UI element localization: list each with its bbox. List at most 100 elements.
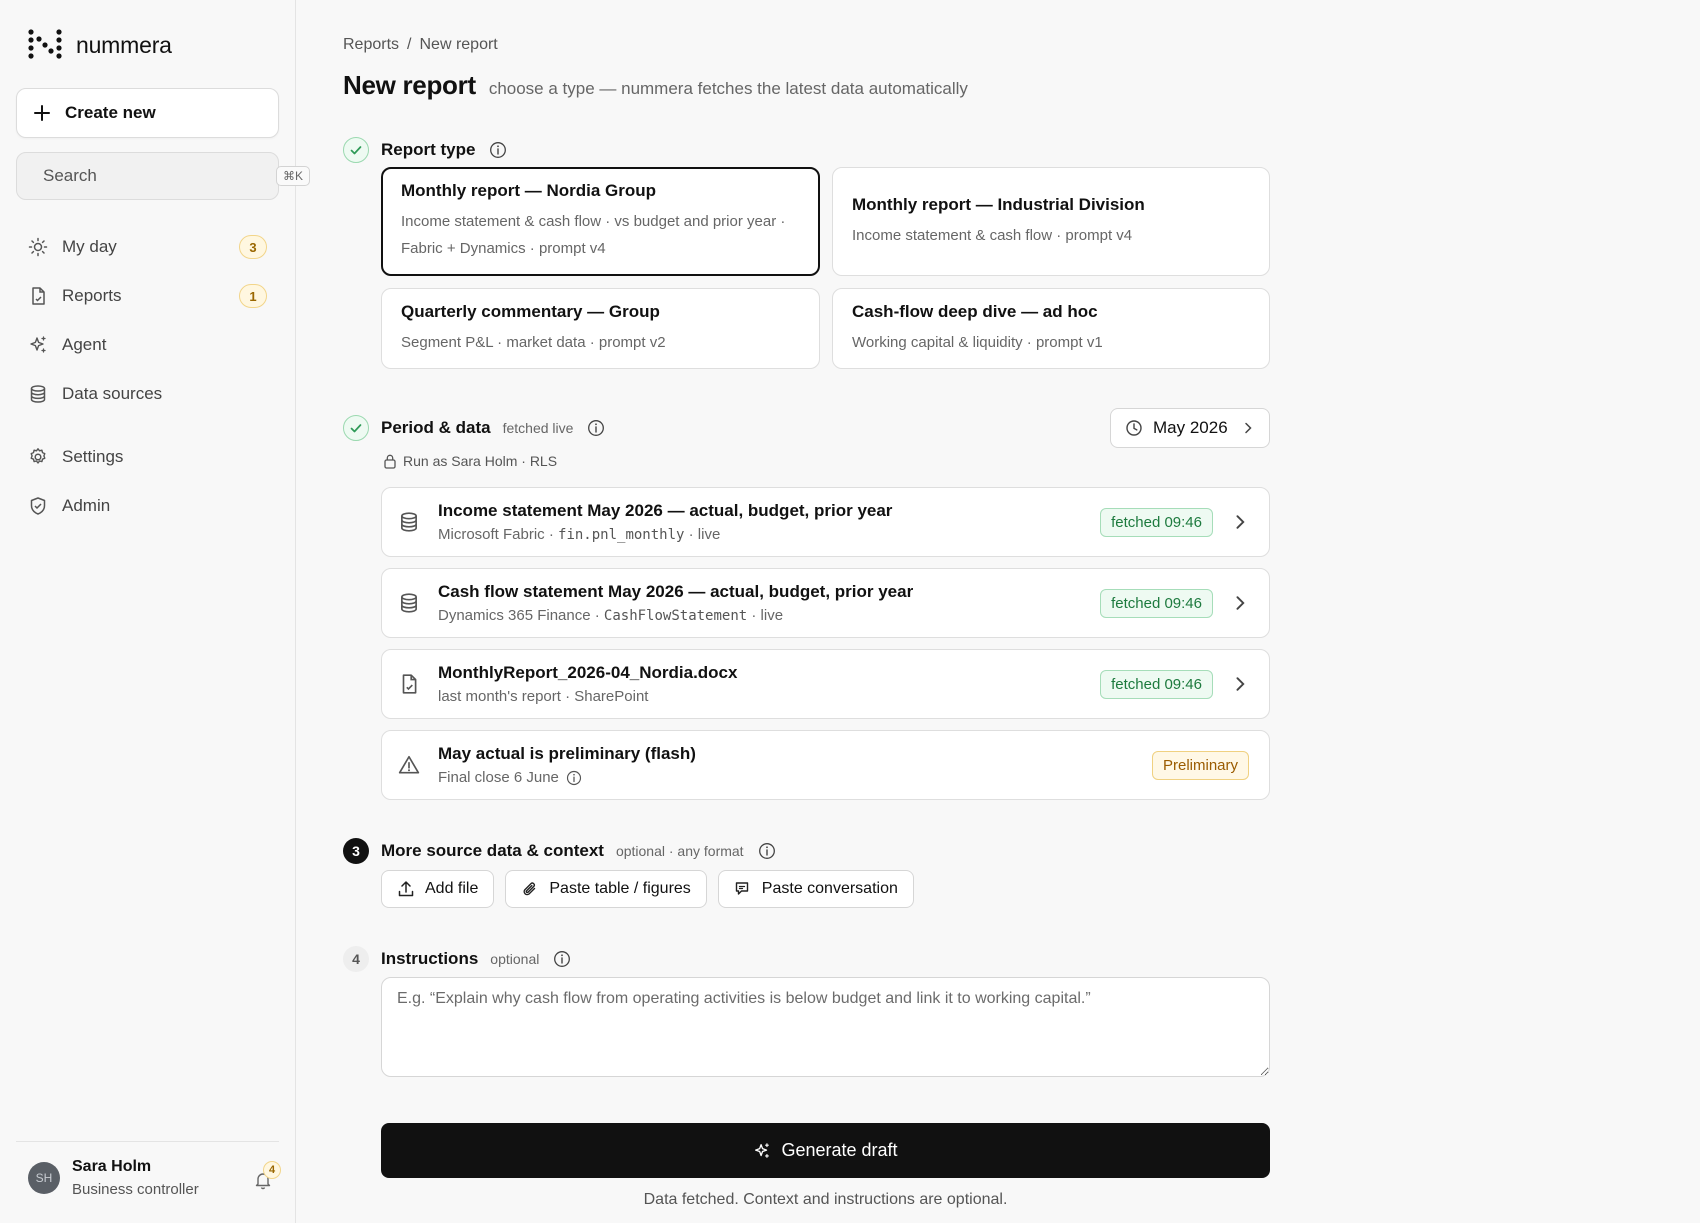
secondary-nav: Settings Admin — [16, 435, 279, 533]
search-box[interactable]: ⌘K — [16, 152, 311, 200]
instructions-textarea[interactable] — [381, 977, 1270, 1077]
chevron-right-icon — [1245, 422, 1252, 434]
source-text: MonthlyReport_2026-04_Nordia.docx last m… — [438, 663, 1100, 705]
source-table-code: CashFlowStatement — [603, 608, 748, 624]
fetched-status-badge: fetched 09:46 — [1100, 669, 1213, 699]
step-complete-check-icon — [343, 137, 369, 163]
info-icon[interactable] — [566, 770, 582, 786]
step-number: 4 — [343, 946, 369, 972]
source-row-last-month-report[interactable]: MonthlyReport_2026-04_Nordia.docx last m… — [381, 649, 1270, 719]
section-note: optional · any format — [615, 843, 744, 859]
warning-triangle-icon — [398, 755, 420, 774]
source-mode: · live — [684, 526, 721, 543]
report-type-card-industrial-division[interactable]: Monthly report — Industrial Division Inc… — [832, 167, 1270, 276]
breadcrumb: Reports / New report — [343, 36, 498, 54]
sidebar-item-admin[interactable]: Admin — [16, 484, 279, 528]
run-as-info: Run as Sara Holm · RLS — [383, 453, 557, 469]
avatar: SH — [28, 1162, 60, 1194]
notification-count-badge: 4 — [263, 1161, 281, 1179]
preliminary-badge: Preliminary — [1151, 750, 1249, 780]
card-description: Income statement & cash flow · vs budget… — [401, 213, 786, 257]
notifications-button[interactable]: 4 — [251, 1161, 281, 1192]
search-input[interactable] — [43, 166, 264, 186]
sidebar-item-label: Reports — [62, 286, 122, 305]
sidebar-item-data-sources[interactable]: Data sources — [16, 372, 279, 416]
info-icon[interactable] — [489, 141, 507, 159]
step-complete-check-icon — [343, 415, 369, 441]
step-number: 3 — [343, 838, 369, 864]
user-role: Business controller — [72, 1181, 199, 1198]
page-subtitle: choose a type — nummera fetches the late… — [488, 79, 968, 98]
card-title: Cash-flow deep dive — ad hoc — [852, 301, 1098, 321]
warning-text: May actual is preliminary (flash) Final … — [438, 744, 1152, 786]
sun-icon — [28, 237, 48, 257]
clock-icon — [1126, 420, 1142, 436]
fetched-status-badge: fetched 09:46 — [1100, 588, 1213, 618]
generate-draft-button[interactable]: Generate draft — [381, 1123, 1270, 1178]
add-file-button[interactable]: Add file — [381, 870, 495, 908]
chevron-right-icon — [1236, 596, 1245, 610]
logo[interactable]: nummera — [28, 28, 172, 62]
source-text: Cash flow statement May 2026 — actual, b… — [438, 582, 1100, 624]
sparkles-icon — [30, 336, 46, 353]
sidebar-item-label: Admin — [62, 496, 111, 515]
source-row-income-statement[interactable]: Income statement May 2026 — actual, budg… — [381, 487, 1270, 557]
sidebar-item-agent[interactable]: Agent — [16, 323, 279, 367]
card-title: Monthly report — Industrial Division — [852, 194, 1145, 214]
user-name: Sara Holm — [72, 1158, 152, 1175]
preliminary-warning-row: May actual is preliminary (flash) Final … — [381, 730, 1270, 800]
search-shortcut: ⌘K — [276, 166, 311, 186]
source-mode: · live — [747, 607, 784, 624]
sidebar-item-my-day[interactable]: My day 3 — [16, 225, 279, 269]
fetched-status-badge: fetched 09:46 — [1100, 507, 1213, 537]
paste-table-label: Paste table / figures — [549, 880, 691, 897]
sidebar-item-label: My day — [62, 237, 117, 256]
reports-count-badge: 1 — [239, 284, 267, 308]
context-header: 3 More source data & context optional · … — [343, 838, 776, 864]
period-selector-button[interactable]: May 2026 — [1110, 408, 1270, 448]
source-meta: Dynamics 365 Finance · CashFlowStatement… — [438, 607, 1100, 624]
file-icon — [32, 287, 45, 305]
sidebar-item-label: Settings — [62, 447, 124, 466]
sparkles-icon — [755, 1142, 770, 1158]
shield-icon — [30, 497, 46, 515]
info-icon[interactable] — [553, 950, 571, 968]
card-title: Quarterly commentary — Group — [401, 301, 660, 321]
paste-table-button[interactable]: Paste table / figures — [505, 870, 707, 908]
source-meta: last month's report · SharePoint — [438, 688, 649, 705]
section-title: Instructions — [381, 949, 479, 968]
sidebar-item-settings[interactable]: Settings — [16, 435, 279, 479]
report-type-card-nordia-group[interactable]: Monthly report — Nordia Group Income sta… — [381, 167, 820, 276]
run-as-text: Run as Sara Holm · RLS — [403, 453, 558, 469]
info-icon[interactable] — [758, 842, 776, 860]
database-icon — [401, 512, 417, 532]
create-new-button[interactable]: Create new — [16, 88, 279, 138]
page-title: New report — [343, 70, 476, 100]
report-type-card-quarterly-commentary[interactable]: Quarterly commentary — Group Segment P&L… — [381, 288, 820, 369]
period-data-header: Period & data fetched live — [343, 415, 605, 441]
user-profile[interactable]: SH Sara Holm Business controller 4 — [16, 1141, 281, 1198]
chat-icon — [735, 882, 748, 895]
paste-conversation-label: Paste conversation — [761, 880, 898, 897]
warning-title: May actual is preliminary (flash) — [438, 744, 696, 763]
my-day-count-badge: 3 — [239, 235, 267, 259]
report-type-header: Report type — [343, 137, 507, 163]
info-icon[interactable] — [587, 419, 605, 437]
source-meta: Microsoft Fabric · fin.pnl_monthly · liv… — [438, 526, 1100, 543]
source-system: Dynamics 365 Finance · — [438, 607, 604, 624]
report-type-card-cash-flow-deep-dive[interactable]: Cash-flow deep dive — ad hoc Working cap… — [832, 288, 1270, 369]
paste-conversation-button[interactable]: Paste conversation — [717, 870, 914, 908]
warning-meta: Final close 6 June — [438, 769, 1152, 786]
breadcrumb-reports-link[interactable]: Reports — [343, 36, 399, 54]
source-title: Cash flow statement May 2026 — actual, b… — [438, 582, 914, 601]
source-row-cash-flow-statement[interactable]: Cash flow statement May 2026 — actual, b… — [381, 568, 1270, 638]
sidebar-item-reports[interactable]: Reports 1 — [16, 274, 279, 318]
section-note: optional — [490, 951, 540, 967]
instructions-header: 4 Instructions optional — [343, 946, 571, 972]
card-description: Segment P&L · market data · prompt v2 — [401, 333, 666, 351]
card-description: Working capital & liquidity · prompt v1 — [852, 333, 1103, 351]
create-new-label: Create new — [65, 103, 156, 122]
source-title: MonthlyReport_2026-04_Nordia.docx — [438, 663, 738, 682]
paperclip-icon — [523, 882, 536, 896]
source-system: Microsoft Fabric · — [438, 526, 559, 543]
